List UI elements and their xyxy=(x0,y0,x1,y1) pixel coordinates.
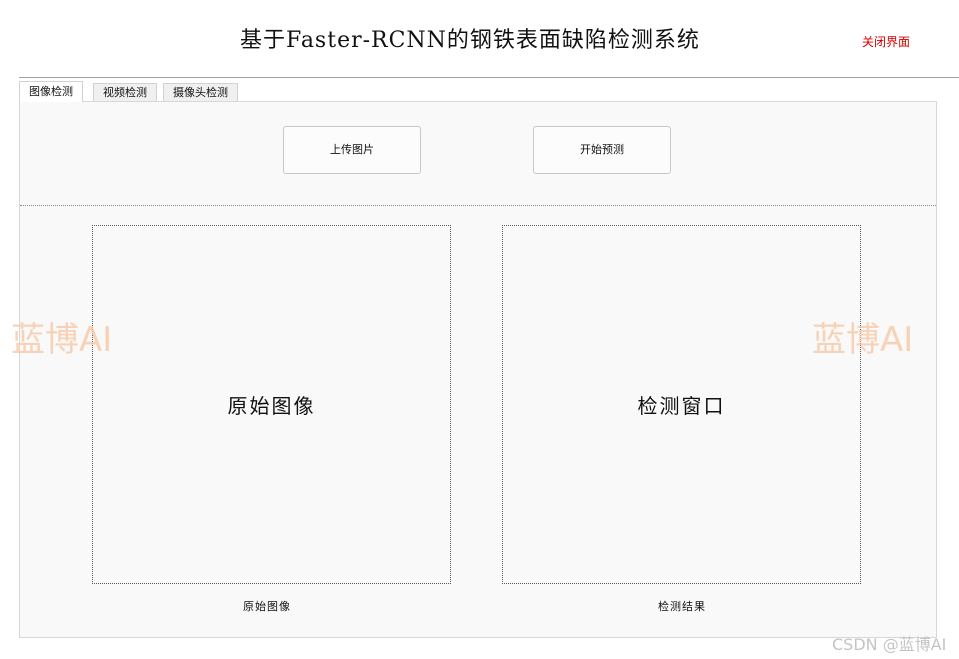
watermark-left: 蓝博AI xyxy=(11,320,113,360)
upload-image-button[interactable]: 上传图片 xyxy=(283,126,421,174)
title-divider xyxy=(19,77,959,78)
app-window: 基于Faster-RCNN的钢铁表面缺陷检测系统 关闭界面 图像检测 视频检测 … xyxy=(0,0,959,659)
close-window-link[interactable]: 关闭界面 xyxy=(862,33,910,50)
detection-window-placeholder: 检测窗口 xyxy=(637,394,726,418)
csdn-watermark: CSDN @蓝博AI xyxy=(832,635,947,654)
panel-divider xyxy=(20,205,936,206)
start-prediction-button[interactable]: 开始预测 xyxy=(533,126,671,174)
watermark-right: 蓝博AI xyxy=(812,320,914,360)
original-image-frame: 原始图像 xyxy=(92,225,451,584)
tab-camera-detection[interactable]: 摄像头检测 xyxy=(163,83,238,101)
detection-result-caption: 检测结果 xyxy=(658,600,706,613)
tab-image-detection[interactable]: 图像检测 xyxy=(19,81,83,102)
original-image-placeholder: 原始图像 xyxy=(227,394,316,418)
detection-result-frame: 检测窗口 xyxy=(502,225,861,584)
app-title: 基于Faster-RCNN的钢铁表面缺陷检测系统 xyxy=(240,28,700,53)
tab-video-detection[interactable]: 视频检测 xyxy=(93,83,157,101)
original-image-caption: 原始图像 xyxy=(243,600,291,613)
image-detection-panel: 上传图片 开始预测 原始图像 原始图像 检测窗口 检测结果 xyxy=(19,101,937,638)
